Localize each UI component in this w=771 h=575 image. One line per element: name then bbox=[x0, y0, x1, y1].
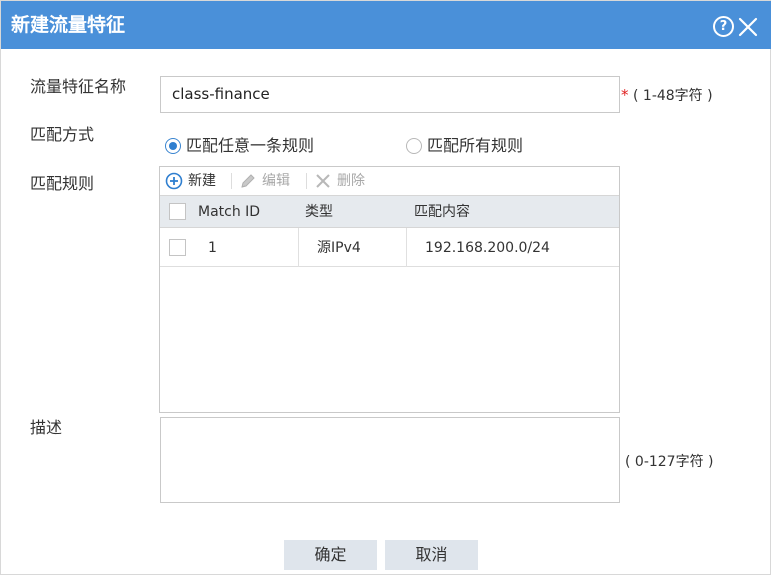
new-traffic-class-dialog: 新建流量特征 ? 流量特征名称 class-finance * ( 1-48字符… bbox=[0, 0, 771, 575]
select-all-checkbox[interactable] bbox=[169, 203, 186, 220]
column-divider bbox=[406, 228, 407, 267]
row-checkbox[interactable] bbox=[169, 239, 186, 256]
radio-checked-icon bbox=[165, 138, 181, 154]
row-match-id: 1 bbox=[208, 240, 217, 256]
toolbar-divider bbox=[231, 173, 232, 189]
name-input[interactable]: class-finance bbox=[160, 76, 620, 113]
table-row[interactable]: 1 源IPv4 192.168.200.0/24 bbox=[160, 228, 619, 267]
column-header-type[interactable]: 类型 bbox=[305, 203, 333, 221]
new-rule-label: 新建 bbox=[188, 173, 216, 189]
dialog-title: 新建流量特征 bbox=[11, 14, 126, 36]
dialog-title-bar: 新建流量特征 ? bbox=[1, 1, 771, 49]
new-rule-button[interactable]: 新建 bbox=[165, 170, 216, 192]
description-textarea[interactable] bbox=[160, 417, 620, 503]
radio-match-any[interactable]: 匹配任意一条规则 bbox=[165, 136, 314, 156]
radio-match-all[interactable]: 匹配所有规则 bbox=[406, 136, 523, 156]
help-icon[interactable]: ? bbox=[713, 16, 734, 37]
column-divider bbox=[298, 228, 299, 267]
delete-x-icon bbox=[316, 174, 330, 188]
cancel-button[interactable]: 取消 bbox=[385, 540, 478, 570]
toolbar-divider bbox=[306, 173, 307, 189]
close-icon[interactable] bbox=[737, 14, 759, 38]
name-label: 流量特征名称 bbox=[30, 77, 127, 96]
pencil-icon bbox=[241, 174, 255, 188]
required-mark: * bbox=[621, 86, 629, 104]
radio-match-any-label: 匹配任意一条规则 bbox=[186, 136, 315, 155]
column-header-match-id[interactable]: Match ID bbox=[198, 203, 260, 221]
rules-table-header: Match ID 类型 匹配内容 bbox=[160, 196, 619, 228]
delete-rule-button[interactable]: 删除 bbox=[314, 170, 365, 192]
row-type: 源IPv4 bbox=[317, 240, 361, 256]
rules-grid: 新建 编辑 删除 Match ID 类型 匹配内容 1 源IPv4 192.16… bbox=[159, 166, 620, 413]
rules-label: 匹配规则 bbox=[30, 174, 95, 193]
ok-button[interactable]: 确定 bbox=[284, 540, 377, 570]
radio-unchecked-icon bbox=[406, 138, 422, 154]
add-circle-icon bbox=[165, 172, 183, 190]
name-length-hint: ( 1-48字符 ) bbox=[633, 88, 713, 104]
description-length-hint: ( 0-127字符 ) bbox=[625, 454, 714, 470]
match-mode-label: 匹配方式 bbox=[30, 125, 95, 144]
rules-toolbar: 新建 编辑 删除 bbox=[160, 167, 619, 196]
edit-rule-label: 编辑 bbox=[262, 173, 290, 189]
column-header-content[interactable]: 匹配内容 bbox=[414, 203, 470, 221]
description-label: 描述 bbox=[30, 418, 63, 437]
edit-rule-button[interactable]: 编辑 bbox=[239, 170, 290, 192]
row-content: 192.168.200.0/24 bbox=[425, 240, 550, 256]
delete-rule-label: 删除 bbox=[337, 173, 365, 189]
radio-match-all-label: 匹配所有规则 bbox=[427, 136, 524, 155]
